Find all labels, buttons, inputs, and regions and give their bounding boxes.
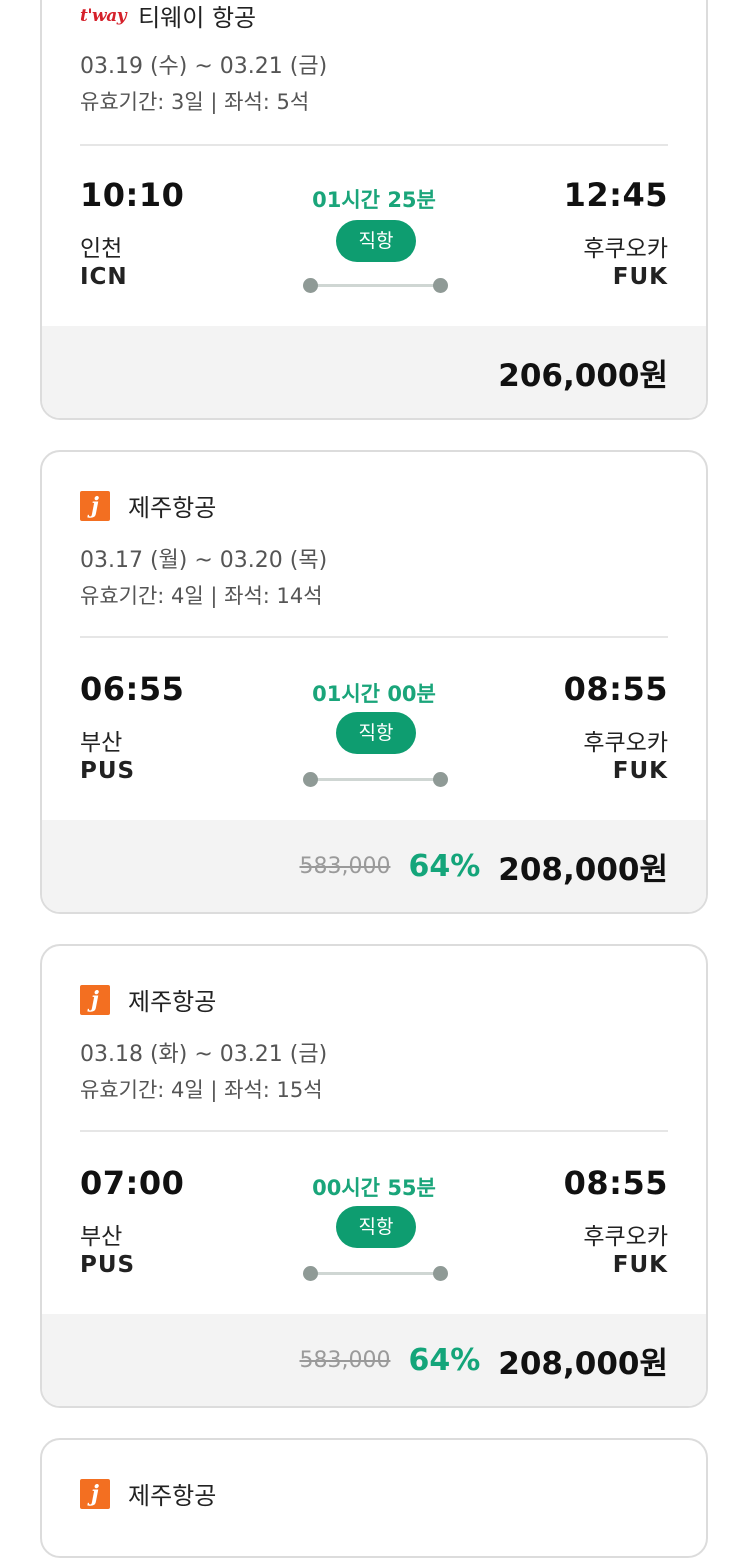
price-bar: 583,000 64% 208,000원: [42, 1314, 706, 1406]
airline-name: 티웨이 항공: [138, 4, 257, 32]
discount-rate: 64%: [408, 848, 481, 884]
arrival-city: 후쿠오카: [583, 730, 668, 756]
airline-row: j 제주항공: [80, 982, 216, 1017]
departure-city: 부산: [80, 1224, 123, 1250]
divider: [80, 1130, 668, 1132]
jeju-air-logo-icon: j: [80, 1478, 110, 1509]
departure-dot-icon: [303, 278, 318, 293]
flight-card[interactable]: j 제주항공: [40, 1438, 708, 1558]
arrival-dot-icon: [433, 278, 448, 293]
original-price: 583,000: [299, 853, 391, 879]
departure-dot-icon: [303, 1266, 318, 1281]
discount-rate: 64%: [408, 1342, 481, 1378]
original-price: 583,000: [299, 1347, 391, 1373]
arrival-code: FUK: [612, 1252, 668, 1278]
route-line: [310, 778, 442, 781]
arrival-city: 후쿠오카: [583, 1224, 668, 1250]
route-line: [310, 284, 442, 287]
airline-name: 제주항공: [128, 1482, 217, 1510]
price: 208,000원: [498, 851, 668, 888]
flight-card[interactable]: j 제주항공 03.18 (화) ~ 03.21 (금) 유효기간: 4일 | …: [40, 944, 708, 1408]
divider: [80, 144, 668, 146]
arrival-code: FUK: [612, 264, 668, 290]
arrival-code: FUK: [612, 758, 668, 784]
departure-code: ICN: [80, 264, 128, 290]
airline-row: t'way 티웨이 항공: [80, 0, 256, 33]
route-line: [310, 1272, 442, 1275]
price-bar: 206,000원: [42, 326, 706, 418]
direct-flight-badge: 직항: [336, 712, 416, 754]
airline-row: j 제주항공: [80, 1476, 216, 1511]
price: 208,000원: [498, 1345, 668, 1382]
validity-seats: 유효기간: 4일 | 좌석: 14석: [80, 584, 323, 608]
travel-dates: 03.17 (월) ~ 03.20 (목): [80, 548, 328, 573]
airline-name: 제주항공: [128, 494, 217, 522]
arrival-time: 08:55: [563, 670, 668, 708]
direct-flight-badge: 직항: [336, 220, 416, 262]
travel-dates: 03.19 (수) ~ 03.21 (금): [80, 54, 328, 79]
direct-flight-badge: 직항: [336, 1206, 416, 1248]
price-bar: 583,000 64% 208,000원: [42, 820, 706, 912]
tway-logo-icon: t'way: [80, 5, 127, 26]
arrival-dot-icon: [433, 1266, 448, 1281]
departure-city: 인천: [80, 236, 123, 262]
arrival-time: 12:45: [563, 176, 668, 214]
divider: [80, 636, 668, 638]
flight-card[interactable]: t'way 티웨이 항공 03.19 (수) ~ 03.21 (금) 유효기간:…: [40, 0, 708, 420]
departure-dot-icon: [303, 772, 318, 787]
jeju-air-logo-icon: j: [80, 984, 110, 1015]
validity-seats: 유효기간: 3일 | 좌석: 5석: [80, 90, 310, 114]
airline-row: j 제주항공: [80, 488, 216, 523]
departure-city: 부산: [80, 730, 123, 756]
jeju-air-logo-icon: j: [80, 490, 110, 521]
flight-card[interactable]: j 제주항공 03.17 (월) ~ 03.20 (목) 유효기간: 4일 | …: [40, 450, 708, 914]
travel-dates: 03.18 (화) ~ 03.21 (금): [80, 1042, 328, 1067]
arrival-dot-icon: [433, 772, 448, 787]
validity-seats: 유효기간: 4일 | 좌석: 15석: [80, 1078, 323, 1102]
departure-code: PUS: [80, 1252, 136, 1278]
departure-code: PUS: [80, 758, 136, 784]
price: 206,000원: [498, 357, 668, 394]
arrival-time: 08:55: [563, 1164, 668, 1202]
airline-name: 제주항공: [128, 988, 217, 1016]
arrival-city: 후쿠오카: [583, 236, 668, 262]
